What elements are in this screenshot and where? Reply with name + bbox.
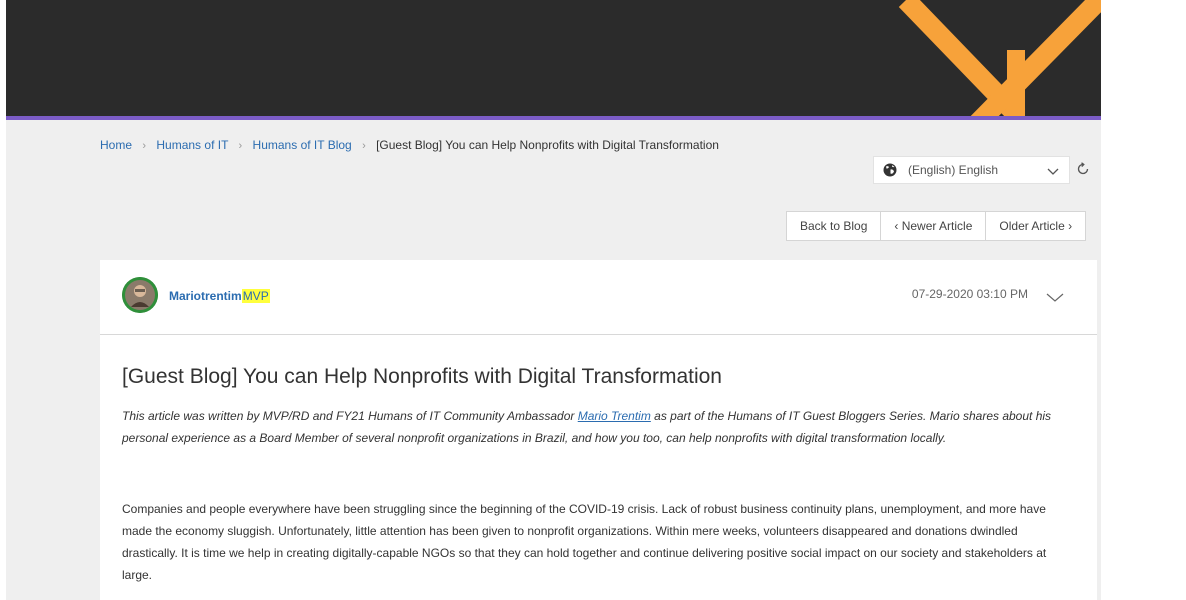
chevron-down-icon[interactable] [1046,290,1064,308]
author-link[interactable]: Mariotrentim [169,289,242,303]
article-nav: Back to Blog ‹ Newer Article Older Artic… [786,211,1087,241]
banner-graphic [898,0,1101,116]
back-to-blog-button[interactable]: Back to Blog [787,212,882,240]
avatar[interactable] [122,277,158,313]
breadcrumb-humans-of-it[interactable]: Humans of IT [156,138,228,152]
post-date: 07-29-2020 03:10 PM [911,287,1028,301]
newer-article-button[interactable]: ‹ Newer Article [881,212,987,240]
breadcrumb: Home › Humans of IT › Humans of IT Blog … [100,138,719,152]
post-body: [Guest Blog] You can Help Nonprofits wit… [100,335,1097,600]
author-name[interactable]: MariotrentimMVP [169,289,270,303]
intro-text: This article was written by MVP/RD and F… [122,409,578,423]
breadcrumb-separator: › [362,140,366,152]
globe-icon [883,162,899,178]
page: Home › Humans of IT › Humans of IT Blog … [0,0,1186,600]
post-paragraph: Companies and people everywhere have bee… [122,502,1047,582]
breadcrumb-current: [Guest Blog] You can Help Nonprofits wit… [376,138,719,152]
breadcrumb-separator: › [238,140,243,152]
breadcrumb-separator: › [142,140,147,152]
author-profile-link[interactable]: Mario Trentim [578,409,651,423]
breadcrumb-blog[interactable]: Humans of IT Blog [253,138,352,152]
mvp-badge: MVP [241,289,270,303]
post-header: MariotrentimMVP 07-29-2020 03:10 PM [100,260,1097,335]
post-intro: This article was written by MVP/RD and F… [122,405,1062,449]
language-select[interactable]: (English) English [873,156,1070,184]
refresh-icon[interactable] [1076,162,1090,181]
language-select-value: (English) English [908,163,999,177]
header-banner [6,0,1101,116]
post-title: [Guest Blog] You can Help Nonprofits wit… [122,365,722,388]
older-article-button[interactable]: Older Article › [986,212,1085,240]
breadcrumb-home[interactable]: Home [100,138,132,152]
chevron-down-icon [1047,165,1059,179]
